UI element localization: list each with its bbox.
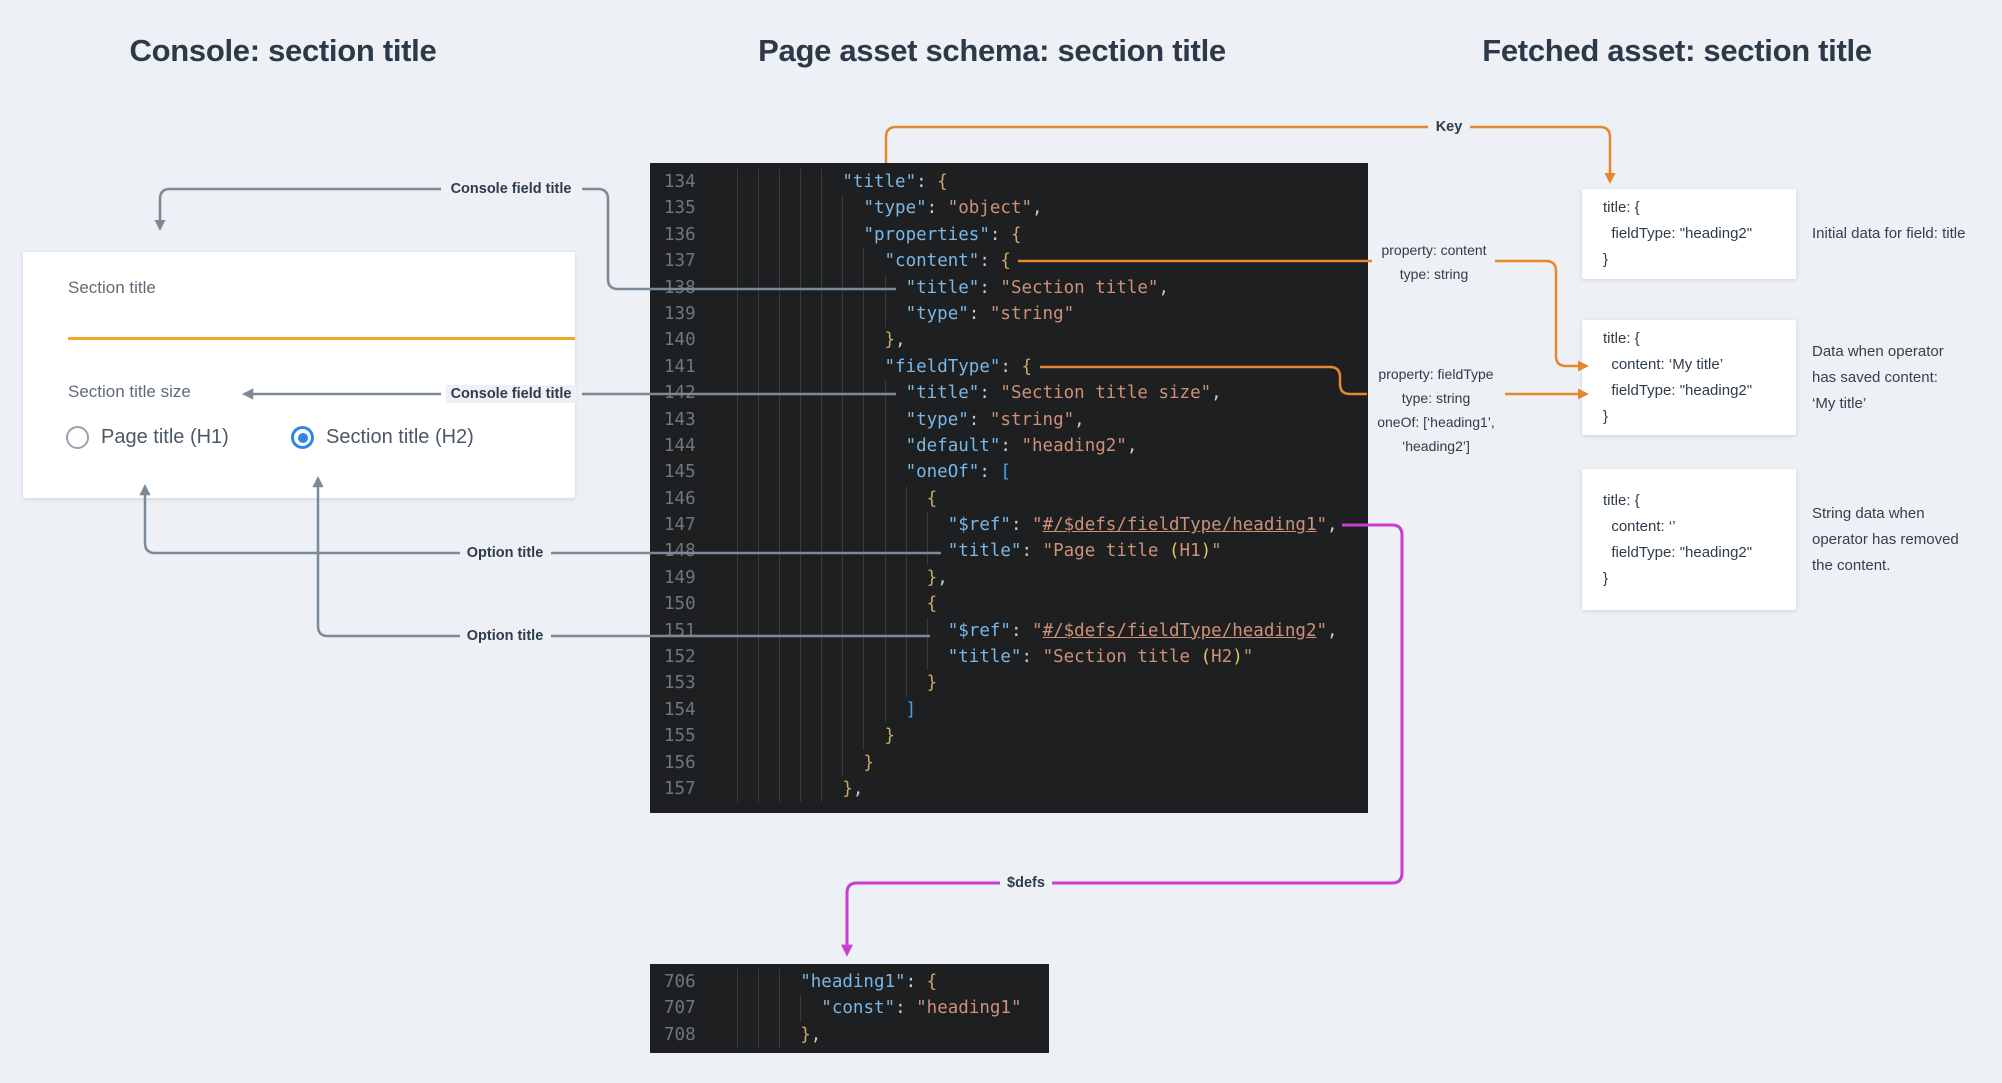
code-line: 142 "title": "Section title size", [650,380,1368,406]
label-key: Key [1431,118,1468,136]
wire-defs-to-block [847,883,1000,947]
code-line: 706 "heading1": { [650,969,1049,995]
line-number: 157 [664,776,696,802]
code-line: 153 } [650,670,1368,696]
line-number: 138 [664,275,696,301]
code-line: 138 "title": "Section title", [650,275,1368,301]
header-schema: Page asset schema: section title [758,33,1226,69]
fetched-card-saved: title: { content: ‘My title’ fieldType: … [1582,320,1796,435]
fetched-card-code: title: { fieldType: "heading2" } [1582,195,1752,273]
line-number: 139 [664,301,696,327]
wire-option-title-2-left [318,485,460,636]
schema-code-editor: 134 "title": {135 "type": "object",136 "… [650,163,1368,813]
wire-key-right [1470,127,1610,175]
line-number: 145 [664,459,696,485]
line-number: 707 [664,995,696,1021]
label-console-field-title-2: Console field title [446,385,577,403]
radio-label: Page title (H1) [101,426,229,449]
line-number: 144 [664,433,696,459]
radio-selected-icon[interactable] [291,426,314,449]
line-number: 155 [664,723,696,749]
line-number: 153 [664,670,696,696]
line-number: 141 [664,354,696,380]
code-line: 141 "fieldType": { [650,354,1368,380]
header-fetched: Fetched asset: section title [1482,33,1872,69]
fetched-card-removed: title: { content: ‘’ fieldType: "heading… [1582,469,1796,610]
code-line: 135 "type": "object", [650,195,1368,221]
line-number: 142 [664,380,696,406]
code-line: 150 { [650,591,1368,617]
code-line: 708 }, [650,1022,1049,1048]
code-line: 155 } [650,723,1368,749]
ref-link[interactable]: #/$defs/fieldType/heading1 [1043,515,1317,535]
line-number: 146 [664,486,696,512]
code-line: 147 "$ref": "#/$defs/fieldType/heading1"… [650,512,1368,538]
code-line: 144 "default": "heading2", [650,433,1368,459]
code-line: 143 "type": "string", [650,407,1368,433]
ref-link[interactable]: #/$defs/fieldType/heading2 [1043,621,1317,641]
line-number: 147 [664,512,696,538]
wire-console-field-title-1-left [160,189,441,222]
radio-unselected-icon[interactable] [66,426,89,449]
fetched-caption-saved: Data when operator has saved content: ‘M… [1812,320,2002,435]
code-line: 140 }, [650,327,1368,353]
note-property-content: property: content type: string [1375,238,1492,286]
fetched-card-code: title: { content: ‘My title’ fieldType: … [1582,326,1752,430]
code-line: 137 "content": { [650,248,1368,274]
line-number: 135 [664,195,696,221]
line-number: 140 [664,327,696,353]
code-line: 154 ] [650,697,1368,723]
label-option-title-2: Option title [462,627,549,645]
line-number: 151 [664,618,696,644]
diagram-canvas: Console: section title Page asset schema… [0,0,2002,1083]
console-panel: Section title Section title size Page ti… [23,252,575,498]
header-console: Console: section title [130,33,437,69]
line-number: 148 [664,538,696,564]
label-option-title-1: Option title [462,544,549,562]
line-number: 706 [664,969,696,995]
code-line: 145 "oneOf": [ [650,459,1368,485]
radio-option-page-title-h1[interactable]: Page title (H1) [66,426,229,449]
code-line: 157 }, [650,776,1368,802]
label-console-field-title-1: Console field title [446,180,577,198]
code-line: 136 "properties": { [650,222,1368,248]
line-number: 154 [664,697,696,723]
fetched-card-code: title: { content: ‘’ fieldType: "heading… [1582,488,1752,592]
code-line: 156 } [650,750,1368,776]
code-line: 149 }, [650,565,1368,591]
line-number: 150 [664,591,696,617]
line-number: 149 [664,565,696,591]
wire-option-title-1-left [145,493,460,553]
radio-label: Section title (H2) [326,426,474,449]
code-line: 146 { [650,486,1368,512]
fetched-caption-initial: Initial data for field: title [1812,189,2002,279]
line-number: 708 [664,1022,696,1048]
code-line: 134 "title": { [650,169,1368,195]
wire-content-to-card [1495,261,1580,366]
section-title-field-label: Section title [68,278,156,298]
line-number: 137 [664,248,696,274]
section-title-input[interactable] [68,304,575,340]
code-line: 148 "title": "Page title (H1)" [650,538,1368,564]
defs-code-editor: 706 "heading1": {707 "const": "heading1"… [650,964,1049,1053]
section-title-size-label: Section title size [68,382,191,402]
line-number: 152 [664,644,696,670]
line-number: 136 [664,222,696,248]
line-number: 134 [664,169,696,195]
label-defs: $defs [1002,874,1050,892]
code-line: 707 "const": "heading1" [650,995,1049,1021]
code-line: 151 "$ref": "#/$defs/fieldType/heading2"… [650,618,1368,644]
wire-key-left [886,127,1428,163]
radio-option-section-title-h2[interactable]: Section title (H2) [291,426,474,449]
line-number: 156 [664,750,696,776]
line-number: 143 [664,407,696,433]
code-line: 152 "title": "Section title (H2)" [650,644,1368,670]
fetched-caption-removed: String data when operator has removed th… [1812,469,2002,610]
code-line: 139 "type": "string" [650,301,1368,327]
note-property-fieldtype: property: fieldType type: string oneOf: … [1371,362,1501,458]
fetched-card-initial: title: { fieldType: "heading2" } [1582,189,1796,279]
